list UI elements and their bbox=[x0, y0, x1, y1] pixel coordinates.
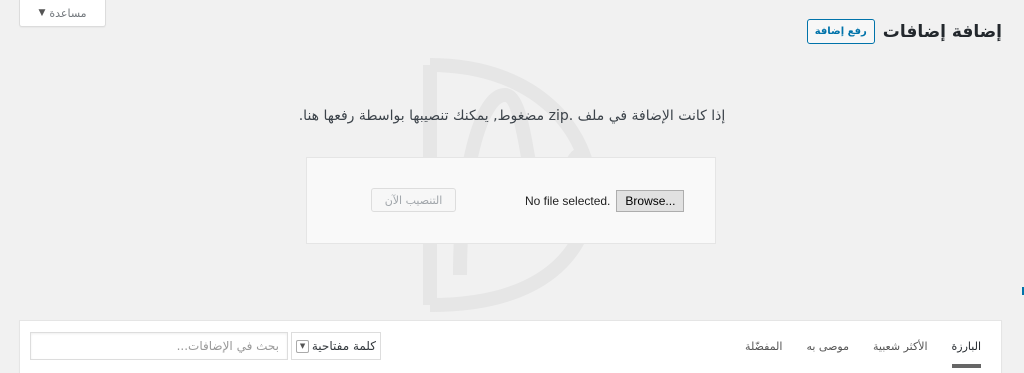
help-tab-button[interactable]: مساعدة ▼ bbox=[19, 0, 106, 27]
file-input[interactable]: No file selected. Browse... bbox=[525, 190, 685, 212]
search-area: بحث في الإضافات... كلمة مفتاحية ▼ bbox=[30, 332, 381, 360]
file-status: No file selected. bbox=[525, 194, 611, 208]
search-input[interactable]: بحث في الإضافات... bbox=[30, 332, 288, 360]
upload-instruction-text: إذا كانت الإضافة في ملف .zip مضغوط, يمكن… bbox=[298, 108, 726, 124]
tab-recommended[interactable]: موصى به bbox=[806, 321, 849, 373]
filter-tabs: البارزة الأكثر شعبية موصى به المفضّلة bbox=[745, 321, 982, 373]
browse-button[interactable]: Browse... bbox=[616, 190, 685, 212]
tab-popular[interactable]: الأكثر شعبية bbox=[873, 321, 928, 373]
page-header: إضافة إضافات رفع إضافة bbox=[806, 19, 1002, 44]
install-now-button[interactable]: التنصيب الآن bbox=[371, 188, 456, 212]
tab-favorites[interactable]: المفضّلة bbox=[745, 321, 782, 373]
chevron-down-icon: ▼ bbox=[296, 339, 309, 353]
plugin-filter-bar: البارزة الأكثر شعبية موصى به المفضّلة بح… bbox=[19, 320, 1002, 373]
tab-featured[interactable]: البارزة bbox=[951, 321, 982, 373]
search-type-label: كلمة مفتاحية bbox=[311, 339, 376, 353]
search-type-select[interactable]: كلمة مفتاحية ▼ bbox=[291, 332, 381, 360]
page-title: إضافة إضافات bbox=[882, 21, 1002, 42]
upload-instruction: إذا كانت الإضافة في ملف .zip مضغوط, يمكن… bbox=[0, 108, 1024, 124]
triangle-down-icon: ▼ bbox=[38, 8, 46, 18]
upload-form: التنصيب الآن No file selected. Browse... bbox=[306, 157, 716, 244]
upload-plugin-button[interactable]: رفع إضافة bbox=[806, 19, 875, 44]
help-tab-label: مساعدة bbox=[49, 6, 87, 20]
